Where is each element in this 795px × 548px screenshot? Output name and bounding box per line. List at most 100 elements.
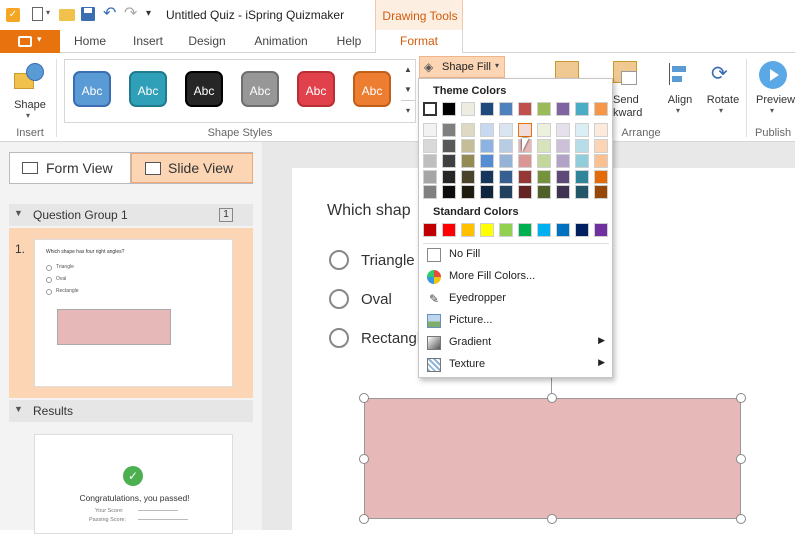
collapse-chevron-icon[interactable]: ▼ [14,208,23,218]
option-label-3[interactable]: Rectangl [361,330,420,347]
theme-color-swatch[interactable] [518,154,532,168]
theme-color-swatch[interactable] [442,169,456,184]
option-radio-1[interactable] [329,250,349,270]
standard-color-swatch[interactable] [442,223,456,237]
theme-color-swatch[interactable] [423,138,437,153]
resize-handle-ne[interactable] [736,393,746,403]
theme-color-swatch[interactable] [461,154,475,168]
styles-more-icon[interactable]: ▾ [401,100,415,120]
resize-handle-se[interactable] [736,514,746,524]
theme-color-swatch[interactable] [480,169,494,184]
theme-color-swatch[interactable] [537,138,551,153]
theme-color-swatch[interactable] [461,185,475,199]
option-radio-3[interactable] [329,328,349,348]
tab-help[interactable]: Help [324,30,374,53]
theme-color-swatch[interactable] [556,123,570,137]
form-view-button[interactable]: Form View [10,153,131,183]
theme-color-swatch[interactable] [423,185,437,199]
no-fill-item[interactable]: No Fill [423,245,609,266]
theme-color-swatch[interactable] [423,102,437,116]
standard-color-swatch[interactable] [518,223,532,237]
theme-color-swatch[interactable] [594,154,608,168]
tab-insert[interactable]: Insert [120,30,176,53]
theme-color-swatch[interactable] [537,123,551,137]
more-fill-colors-item[interactable]: More Fill Colors... [423,267,609,288]
theme-color-swatch[interactable] [423,169,437,184]
theme-color-swatch[interactable] [480,123,494,137]
theme-color-swatch[interactable] [537,102,551,116]
theme-color-swatch[interactable] [556,185,570,199]
slide-thumbnail-1[interactable]: 1. Which shape has four right angles? Tr… [9,228,253,398]
question-group-header[interactable]: ▼ Question Group 1 1 [9,204,253,226]
styles-scroll-up-icon[interactable]: ▲ [401,60,415,80]
rotate-button[interactable]: ⟳ Rotate ▾ [703,59,743,119]
shape-style-6[interactable]: Abc [353,71,391,107]
standard-color-swatch[interactable] [461,223,475,237]
theme-color-swatch[interactable] [575,169,589,184]
theme-color-swatch[interactable] [480,185,494,199]
qat-customize-icon[interactable]: ▾ [146,8,151,19]
result-slide-thumbnail[interactable]: ✓ Congratulations, you passed! Your Scor… [34,434,233,534]
shape-style-5[interactable]: Abc [297,71,335,107]
shape-style-4[interactable]: Abc [241,71,279,107]
theme-color-swatch[interactable] [423,123,437,137]
resize-handle-w[interactable] [359,454,369,464]
styles-scroll-down-icon[interactable]: ▼ [401,80,415,100]
theme-color-swatch[interactable] [556,154,570,168]
tab-design[interactable]: Design [178,30,236,53]
theme-color-swatch[interactable] [556,138,570,153]
theme-color-swatch[interactable] [499,102,513,116]
option-label-1[interactable]: Triangle [361,252,415,269]
theme-color-swatch[interactable] [480,154,494,168]
theme-color-swatch[interactable] [537,169,551,184]
slide-view-button[interactable]: Slide View [131,153,253,183]
standard-color-swatch[interactable] [499,223,513,237]
theme-color-swatch[interactable] [442,123,456,137]
align-button[interactable]: Align ▾ [662,59,698,119]
standard-color-swatch[interactable] [575,223,589,237]
theme-color-swatch[interactable] [556,102,570,116]
theme-color-swatch[interactable] [575,102,589,116]
resize-handle-e[interactable] [736,454,746,464]
question-text[interactable]: Which shap [327,202,411,220]
tab-format[interactable]: Format [375,30,463,54]
preview-button[interactable]: Preview ▾ [753,59,795,119]
shape-style-2[interactable]: Abc [129,71,167,107]
theme-color-swatch[interactable] [442,154,456,168]
save-icon[interactable] [81,7,95,21]
undo-icon[interactable]: ↶ [103,3,116,23]
theme-color-swatch[interactable] [442,102,456,116]
results-header[interactable]: ▼ Results [9,400,253,422]
theme-color-swatch[interactable] [442,138,456,153]
theme-color-swatch[interactable] [499,154,513,168]
option-radio-2[interactable] [329,289,349,309]
new-file-dropdown-icon[interactable]: ▾ [46,8,50,17]
theme-color-swatch[interactable] [537,154,551,168]
option-label-2[interactable]: Oval [361,291,392,308]
theme-color-swatch[interactable] [480,102,494,116]
theme-color-swatch[interactable] [461,102,475,116]
theme-color-swatch[interactable] [499,169,513,184]
standard-color-swatch[interactable] [423,223,437,237]
open-folder-icon[interactable] [59,9,75,21]
theme-color-swatch[interactable] [518,123,532,137]
gradient-item[interactable]: Gradient ▶ [423,333,609,354]
shape-button[interactable]: Shape ▾ [10,59,50,120]
theme-color-swatch[interactable] [575,154,589,168]
theme-color-swatch[interactable] [594,138,608,153]
resize-handle-nw[interactable] [359,393,369,403]
theme-color-swatch[interactable] [461,169,475,184]
theme-color-swatch[interactable] [480,138,494,153]
theme-color-swatch[interactable] [518,185,532,199]
tab-animation[interactable]: Animation [240,30,322,53]
theme-color-swatch[interactable] [499,185,513,199]
theme-color-swatch[interactable] [594,102,608,116]
theme-color-swatch[interactable] [461,138,475,153]
redo-icon[interactable]: ↷ [124,3,137,23]
theme-color-swatch[interactable] [499,123,513,137]
theme-color-swatch[interactable] [575,123,589,137]
resize-handle-sw[interactable] [359,514,369,524]
theme-color-swatch[interactable] [537,185,551,199]
file-menu-button[interactable]: ▾ [0,30,60,53]
standard-color-swatch[interactable] [480,223,494,237]
